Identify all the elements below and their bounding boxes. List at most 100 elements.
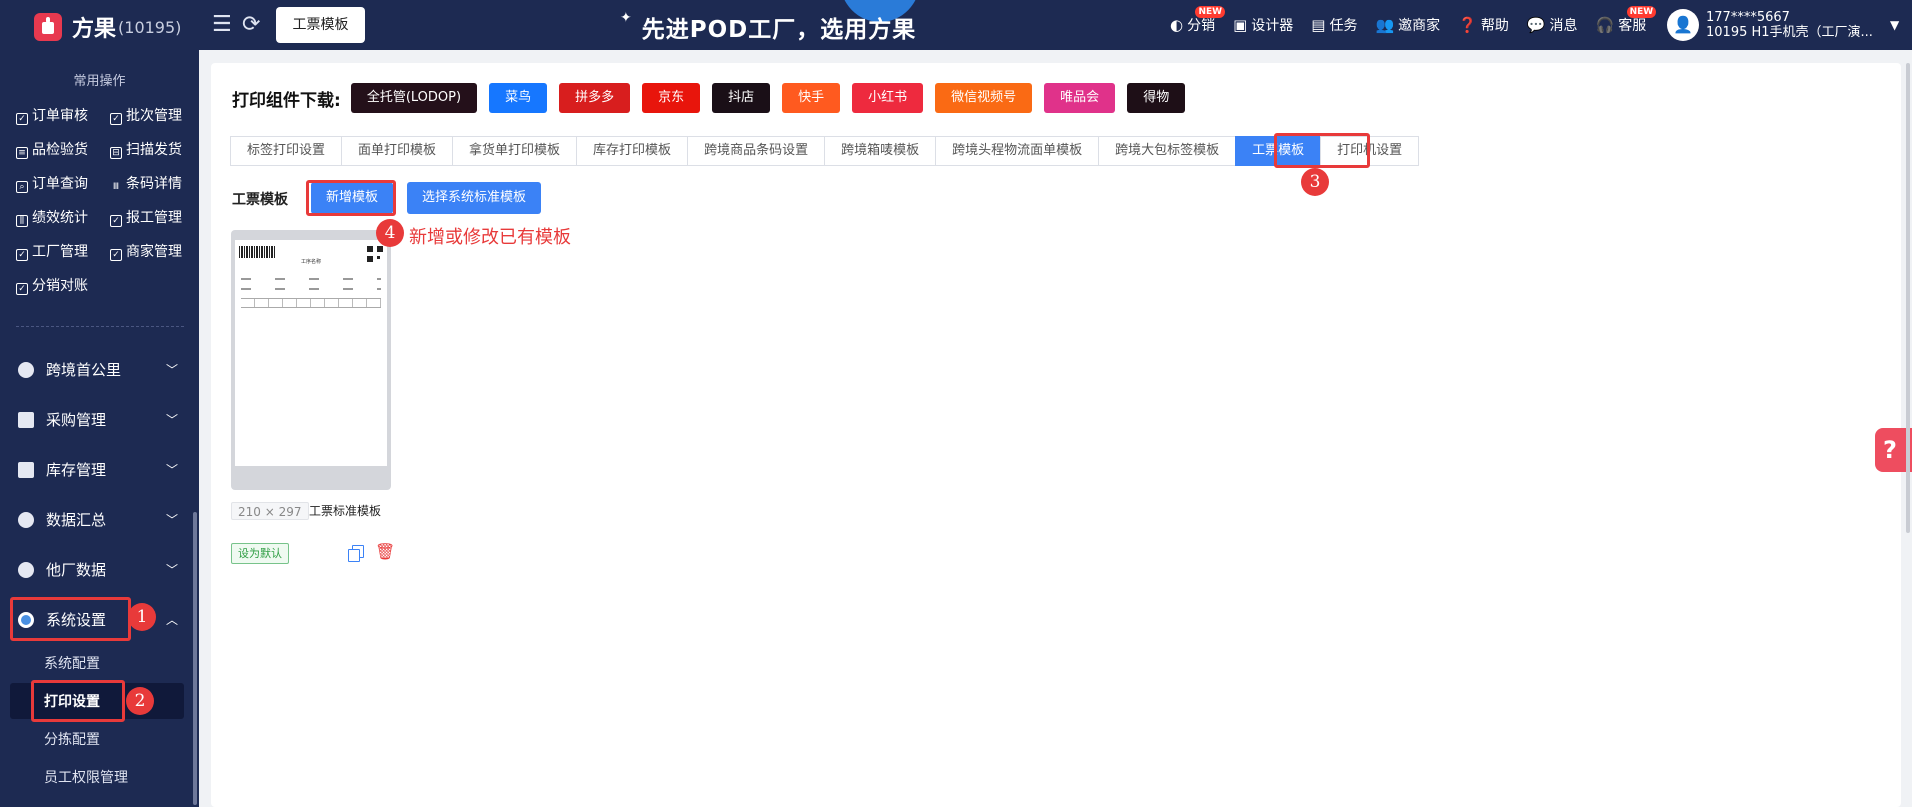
slogan: ✦ 先进POD工厂，选用方果 (620, 10, 917, 43)
nav-task[interactable]: ▤ 任务 (1311, 15, 1357, 35)
logo[interactable]: 方果 (10195) (34, 11, 181, 43)
delete-icon[interactable]: 🗑 (375, 544, 395, 560)
inventory-icon (18, 461, 34, 478)
tab-pickup-template[interactable]: 拿货单打印模板 (452, 136, 577, 166)
menu-purchase[interactable]: 采购管理 ﹀ (18, 409, 178, 430)
menu-label: 数据汇总 (46, 511, 107, 529)
menu-label: 采购管理 (46, 411, 107, 429)
chevron-down-icon: ﹀ (165, 413, 178, 427)
user-phone: 177****5667 (1706, 10, 1790, 25)
download-xiaohongshu-button[interactable]: 小红书 (852, 83, 924, 113)
submenu-sorting-config[interactable]: 分拣配置 (44, 729, 100, 749)
template-size: 210 × 297 (231, 502, 309, 520)
quick-action-qc[interactable]: ≡ 品检验货 (16, 139, 88, 159)
main-panel (211, 63, 1901, 807)
marker-2: 2 (126, 687, 154, 715)
active-page-tab[interactable]: 工票模板 (276, 7, 365, 43)
quick-action-work-report[interactable]: ✓ 报工管理 (110, 207, 182, 227)
quick-action-label: 条码详情 (126, 176, 182, 192)
download-dewu-button[interactable]: 得物 (1127, 83, 1186, 113)
quick-action-performance[interactable]: ⫼ 绩效统计 (16, 207, 88, 227)
account-id: (10195) (118, 17, 182, 37)
chevron-down-icon: ﹀ (165, 363, 178, 377)
help-icon: ❓ (1458, 16, 1477, 34)
download-vipshop-button[interactable]: 唯品会 (1044, 83, 1116, 113)
avatar[interactable]: 👤 (1667, 9, 1699, 41)
nav-message-label: 消息 (1549, 18, 1578, 34)
download-pinduoduo-button[interactable]: 拼多多 (559, 83, 631, 113)
sidebar-scrollbar[interactable] (193, 512, 197, 805)
menu-inventory[interactable]: 库存管理 ﹀ (18, 459, 178, 480)
quick-actions-title: 常用操作 (73, 74, 126, 89)
checkbox-icon: ✓ (110, 113, 122, 125)
download-lodop-button[interactable]: 全托管(LODOP) (350, 83, 478, 113)
menu-other-factory-data[interactable]: 他厂数据 ﹀ (18, 559, 178, 580)
quick-action-label: 绩效统计 (32, 210, 88, 226)
nav-message[interactable]: 💬 消息 (1527, 15, 1578, 35)
nav-help[interactable]: ❓ 帮助 (1458, 15, 1509, 35)
submenu-staff-permissions[interactable]: 员工权限管理 (44, 767, 128, 787)
quick-action-order-review[interactable]: ✓ 订单审核 (16, 105, 88, 125)
user-info[interactable]: 177****5667 10195 H1手机壳（工厂演... (1706, 10, 1873, 40)
download-cainiao-button[interactable]: 菜鸟 (489, 83, 548, 113)
chevron-down-icon: ﹀ (165, 463, 178, 477)
nav-service-label: 客服 (1618, 18, 1647, 34)
logo-text: 方果 (72, 17, 117, 42)
checkbox-icon: ✓ (110, 249, 122, 261)
quick-action-factory[interactable]: ✓ 工厂管理 (16, 241, 88, 261)
nav-designer-label: 设计器 (1251, 18, 1294, 34)
barcode-icon: Ⅲ (112, 182, 120, 192)
nav-help-label: 帮助 (1480, 18, 1509, 34)
quick-action-order-query[interactable]: ⌕ 订单查询 (16, 173, 88, 193)
copy-icon[interactable] (348, 545, 364, 562)
top-bar: 方果 (10195) ☰ ⟳ 工票模板 ✦ 先进POD工厂，选用方果 ◐ 分销 NE… (0, 0, 1912, 50)
content-scrollbar[interactable] (1906, 63, 1910, 533)
submenu-system-config[interactable]: 系统配置 (44, 653, 100, 673)
tab-crossborder-bulk-label[interactable]: 跨境大包标签模板 (1098, 136, 1236, 166)
store-icon (18, 411, 34, 428)
menu-label: 他厂数据 (46, 561, 107, 579)
quick-action-merchant[interactable]: ✓ 商家管理 (110, 241, 182, 261)
menu-first-mile[interactable]: 跨境首公里 ﹀ (18, 359, 178, 380)
tab-crossborder-shipping-mark[interactable]: 跨境箱唛模板 (824, 136, 936, 166)
tab-inventory-template[interactable]: 库存打印模板 (576, 136, 688, 166)
preview-line (241, 278, 381, 280)
task-icon: ▤ (1311, 16, 1326, 34)
download-wechat-channels-button[interactable]: 微信视频号 (935, 83, 1033, 113)
highlight-work-ticket-tab (1274, 133, 1370, 168)
preview-table (241, 298, 381, 308)
set-default-button[interactable]: 设为默认 (231, 543, 289, 564)
select-standard-template-button[interactable]: 选择系统标准模板 (407, 182, 542, 214)
quick-action-barcode[interactable]: Ⅲ 条码详情 (110, 173, 182, 194)
download-jd-button[interactable]: 京东 (642, 83, 701, 113)
nav-customer-service[interactable]: 🎧 客服 NEW (1596, 6, 1657, 35)
quick-action-distribution-bill[interactable]: ✓ 分销对账 (16, 275, 88, 295)
quick-action-label: 订单查询 (32, 176, 88, 192)
caret-down-icon[interactable]: ▼ (1890, 18, 1899, 32)
refresh-icon[interactable]: ⟳ (242, 13, 260, 37)
sidebar-divider (16, 326, 184, 327)
download-douyin-button[interactable]: 抖店 (712, 83, 771, 113)
message-icon: 💬 (1526, 16, 1546, 34)
menu-data-summary[interactable]: 数据汇总 ﹀ (18, 509, 178, 530)
tab-crossborder-firstleg-waybill[interactable]: 跨境头程物流面单模板 (935, 136, 1099, 166)
quick-action-scan-ship[interactable]: ⊟ 扫描发货 (110, 139, 182, 159)
download-kuaishou-button[interactable]: 快手 (782, 83, 841, 113)
quick-action-batch-manage[interactable]: ✓ 批次管理 (110, 105, 182, 125)
nav-distribution[interactable]: ◐ 分销 NEW (1170, 6, 1226, 35)
preview-line (241, 288, 381, 290)
template-card[interactable]: 工序名称 (231, 230, 391, 490)
tab-waybill-template[interactable]: 面单打印模板 (341, 136, 453, 166)
tab-crossborder-barcode[interactable]: 跨境商品条码设置 (687, 136, 825, 166)
nav-designer[interactable]: ▣ 设计器 (1233, 15, 1293, 35)
annotation-text: 新增或修改已有模板 (409, 227, 571, 248)
new-badge: NEW (1195, 6, 1226, 18)
nav-invite-merchant[interactable]: 👥 邀商家 (1375, 15, 1440, 35)
menu-collapse-icon[interactable]: ☰ (212, 13, 232, 37)
marker-1: 1 (128, 603, 156, 631)
tab-label-print[interactable]: 标签打印设置 (230, 136, 342, 166)
quick-action-label: 商家管理 (126, 244, 182, 260)
new-badge: NEW (1626, 6, 1657, 18)
section-label: 工票模板 (232, 192, 288, 208)
quick-action-label: 工厂管理 (32, 244, 88, 260)
